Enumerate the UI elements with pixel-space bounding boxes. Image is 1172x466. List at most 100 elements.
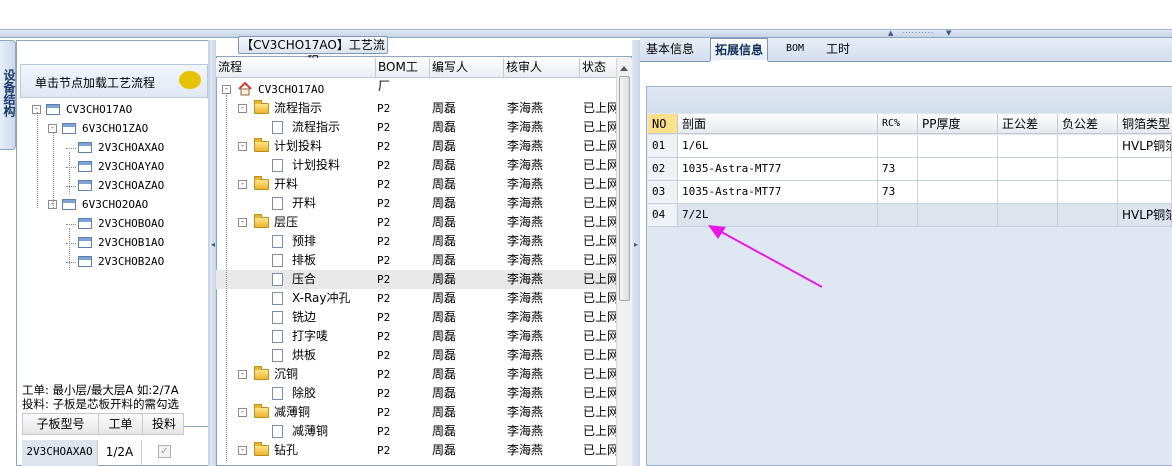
board-icon (46, 104, 60, 115)
grid-row[interactable]: 03 1035-Astra-MT77 73 (648, 181, 1172, 204)
step-icon (272, 311, 283, 324)
work-order-value[interactable]: 1/2A (98, 440, 142, 466)
process-row[interactable]: - 钻孔 P2 周磊 李海燕 已上网 (216, 441, 616, 460)
tree-node[interactable]: 2V3CHOB1AO (22, 234, 208, 252)
scroll-thumb[interactable] (619, 76, 630, 301)
process-row[interactable]: 烘板 P2 周磊 李海燕 已上网 (216, 346, 616, 365)
process-row[interactable]: 打字唛 P2 周磊 李海燕 已上网 (216, 327, 616, 346)
grid-cell[interactable] (878, 135, 918, 158)
grid-header-rc[interactable]: RC% (878, 114, 918, 134)
process-row[interactable]: 铣边 P2 周磊 李海燕 已上网 (216, 308, 616, 327)
right-splitter[interactable] (632, 40, 640, 466)
grid-cell[interactable] (1058, 204, 1118, 227)
grid-row[interactable]: 01 1/6L HVLP铜箔 (648, 135, 1172, 158)
sub-board-row[interactable]: 2V3CHOAXAO 1/2A ✓ (22, 440, 184, 466)
process-row[interactable]: - 层压 P2 周磊 李海燕 已上网 (216, 213, 616, 232)
grid-cell[interactable]: HVLP铜箔 (1118, 135, 1172, 158)
collapse-left-icon[interactable]: ◂ (211, 240, 215, 249)
column-header-writer[interactable]: 编写人 (430, 58, 504, 77)
grid-header-plus-tolerance[interactable]: 正公差 (998, 114, 1058, 134)
column-header[interactable]: 投料 (143, 414, 185, 435)
process-root-row[interactable]: - CV3CHO17AO (216, 80, 616, 99)
grid-cell[interactable]: 1035-Astra-MT77 (678, 158, 878, 181)
splitter-grip-icon[interactable]: ·········· (902, 30, 934, 37)
grid-cell[interactable] (918, 158, 998, 181)
device-structure-tab[interactable]: 设备结构 (0, 40, 16, 150)
tab-work-hours[interactable]: 工时 (822, 38, 854, 62)
collapse-icon[interactable]: - (238, 408, 247, 417)
collapse-icon[interactable]: - (238, 370, 247, 379)
collapse-icon[interactable]: - (238, 142, 247, 151)
grid-header-section[interactable]: 剖面 (678, 114, 878, 134)
column-header-status[interactable]: 状态 (580, 58, 616, 77)
process-row[interactable]: 开料 P2 周磊 李海燕 已上网 (216, 194, 616, 213)
process-row[interactable]: - 开料 P2 周磊 李海燕 已上网 (216, 175, 616, 194)
grid-cell[interactable]: 1/6L (678, 135, 878, 158)
process-row[interactable]: 计划投料 P2 周磊 李海燕 已上网 (216, 156, 616, 175)
collapse-right-icon[interactable]: ▸ (634, 240, 638, 249)
collapse-icon[interactable]: - (238, 446, 247, 455)
tab-basic-info[interactable]: 基本信息 (642, 38, 698, 62)
process-row[interactable]: 预排 P2 周磊 李海燕 已上网 (216, 232, 616, 251)
tree-node[interactable]: 2V3CHOAYAO (22, 158, 208, 176)
grid-cell[interactable]: 73 (878, 158, 918, 181)
column-header-flow[interactable]: 流程 (216, 58, 376, 77)
grid-cell[interactable] (878, 204, 918, 227)
step-name: 流程指示 (274, 101, 323, 115)
tree-node[interactable]: 2V3CHOAXAO (22, 139, 208, 157)
collapse-icon[interactable]: - (222, 85, 231, 94)
grid-cell[interactable]: HVLP铜箔 (1118, 204, 1172, 227)
scroll-up-icon[interactable] (620, 62, 628, 71)
grid-cell[interactable] (918, 135, 998, 158)
grid-header-copper-type[interactable]: 铜箔类型 (1118, 114, 1172, 134)
tree-node[interactable]: -6V3CHO1ZAO (22, 120, 208, 138)
tree-node[interactable]: 2V3CHOAZAO (22, 177, 208, 195)
grid-cell[interactable] (918, 204, 998, 227)
material-checkbox[interactable]: ✓ (158, 445, 171, 458)
process-row[interactable]: - 计划投料 P2 周磊 李海燕 已上网 (216, 137, 616, 156)
column-header-bom[interactable]: BOM工厂 (376, 58, 430, 93)
process-row[interactable]: - 沉铜 P2 周磊 李海燕 已上网 (216, 365, 616, 384)
grid-row[interactable]: 02 1035-Astra-MT77 73 (648, 158, 1172, 181)
process-row[interactable]: - 流程指示 P2 周磊 李海燕 已上网 (216, 99, 616, 118)
collapse-icon[interactable]: - (238, 218, 247, 227)
tree-node[interactable]: -6V3CHO2OAO (22, 196, 208, 214)
process-root-label: CV3CHO17AO (258, 83, 325, 96)
top-splitter-bar[interactable] (0, 30, 1172, 38)
collapse-icon[interactable]: - (238, 180, 247, 189)
grid-cell[interactable] (918, 181, 998, 204)
grid-cell[interactable] (1058, 158, 1118, 181)
collapse-icon[interactable]: - (238, 104, 247, 113)
tree-node[interactable]: 2V3CHOBOAO (22, 215, 208, 233)
tab-extended-info[interactable]: 拓展信息 (710, 38, 769, 62)
grid-cell[interactable] (998, 204, 1058, 227)
grid-cell[interactable]: 1035-Astra-MT77 (678, 181, 878, 204)
column-header[interactable]: 子板型号 (23, 414, 99, 435)
splitter-arrow-icon[interactable]: ▼ (946, 30, 951, 37)
grid-header-minus-tolerance[interactable]: 负公差 (1058, 114, 1118, 134)
process-vertical-scrollbar[interactable] (616, 58, 632, 466)
process-row[interactable]: 压合 P2 周磊 李海燕 已上网 (216, 270, 616, 289)
tab-bom[interactable]: BOM (782, 38, 808, 62)
process-row[interactable]: X-Ray冲孔 P2 周磊 李海燕 已上网 (216, 289, 616, 308)
process-row[interactable]: 减薄铜 P2 周磊 李海燕 已上网 (216, 422, 616, 441)
grid-header-no[interactable]: NO (648, 114, 678, 134)
column-header-reviewer[interactable]: 核审人 (504, 58, 580, 77)
process-row[interactable]: 除胶 P2 周磊 李海燕 已上网 (216, 384, 616, 403)
process-row[interactable]: 排板 P2 周磊 李海燕 已上网 (216, 251, 616, 270)
column-header[interactable]: 工单 (99, 414, 143, 435)
grid-cell[interactable] (1058, 181, 1118, 204)
grid-cell[interactable] (1118, 181, 1172, 204)
grid-cell[interactable] (1118, 158, 1172, 181)
process-row[interactable]: 流程指示 P2 周磊 李海燕 已上网 (216, 118, 616, 137)
splitter-arrow-icon[interactable]: ▲ (888, 30, 893, 37)
grid-cell[interactable] (998, 181, 1058, 204)
grid-header-pp-thickness[interactable]: PP厚度 (918, 114, 998, 134)
tree-node[interactable]: - CV3CHO17AO (22, 101, 208, 119)
grid-cell[interactable]: 73 (878, 181, 918, 204)
grid-cell[interactable] (998, 158, 1058, 181)
grid-cell[interactable] (998, 135, 1058, 158)
tree-node[interactable]: 2V3CHOB2AO (22, 253, 208, 271)
process-row[interactable]: - 减薄铜 P2 周磊 李海燕 已上网 (216, 403, 616, 422)
grid-cell[interactable] (1058, 135, 1118, 158)
